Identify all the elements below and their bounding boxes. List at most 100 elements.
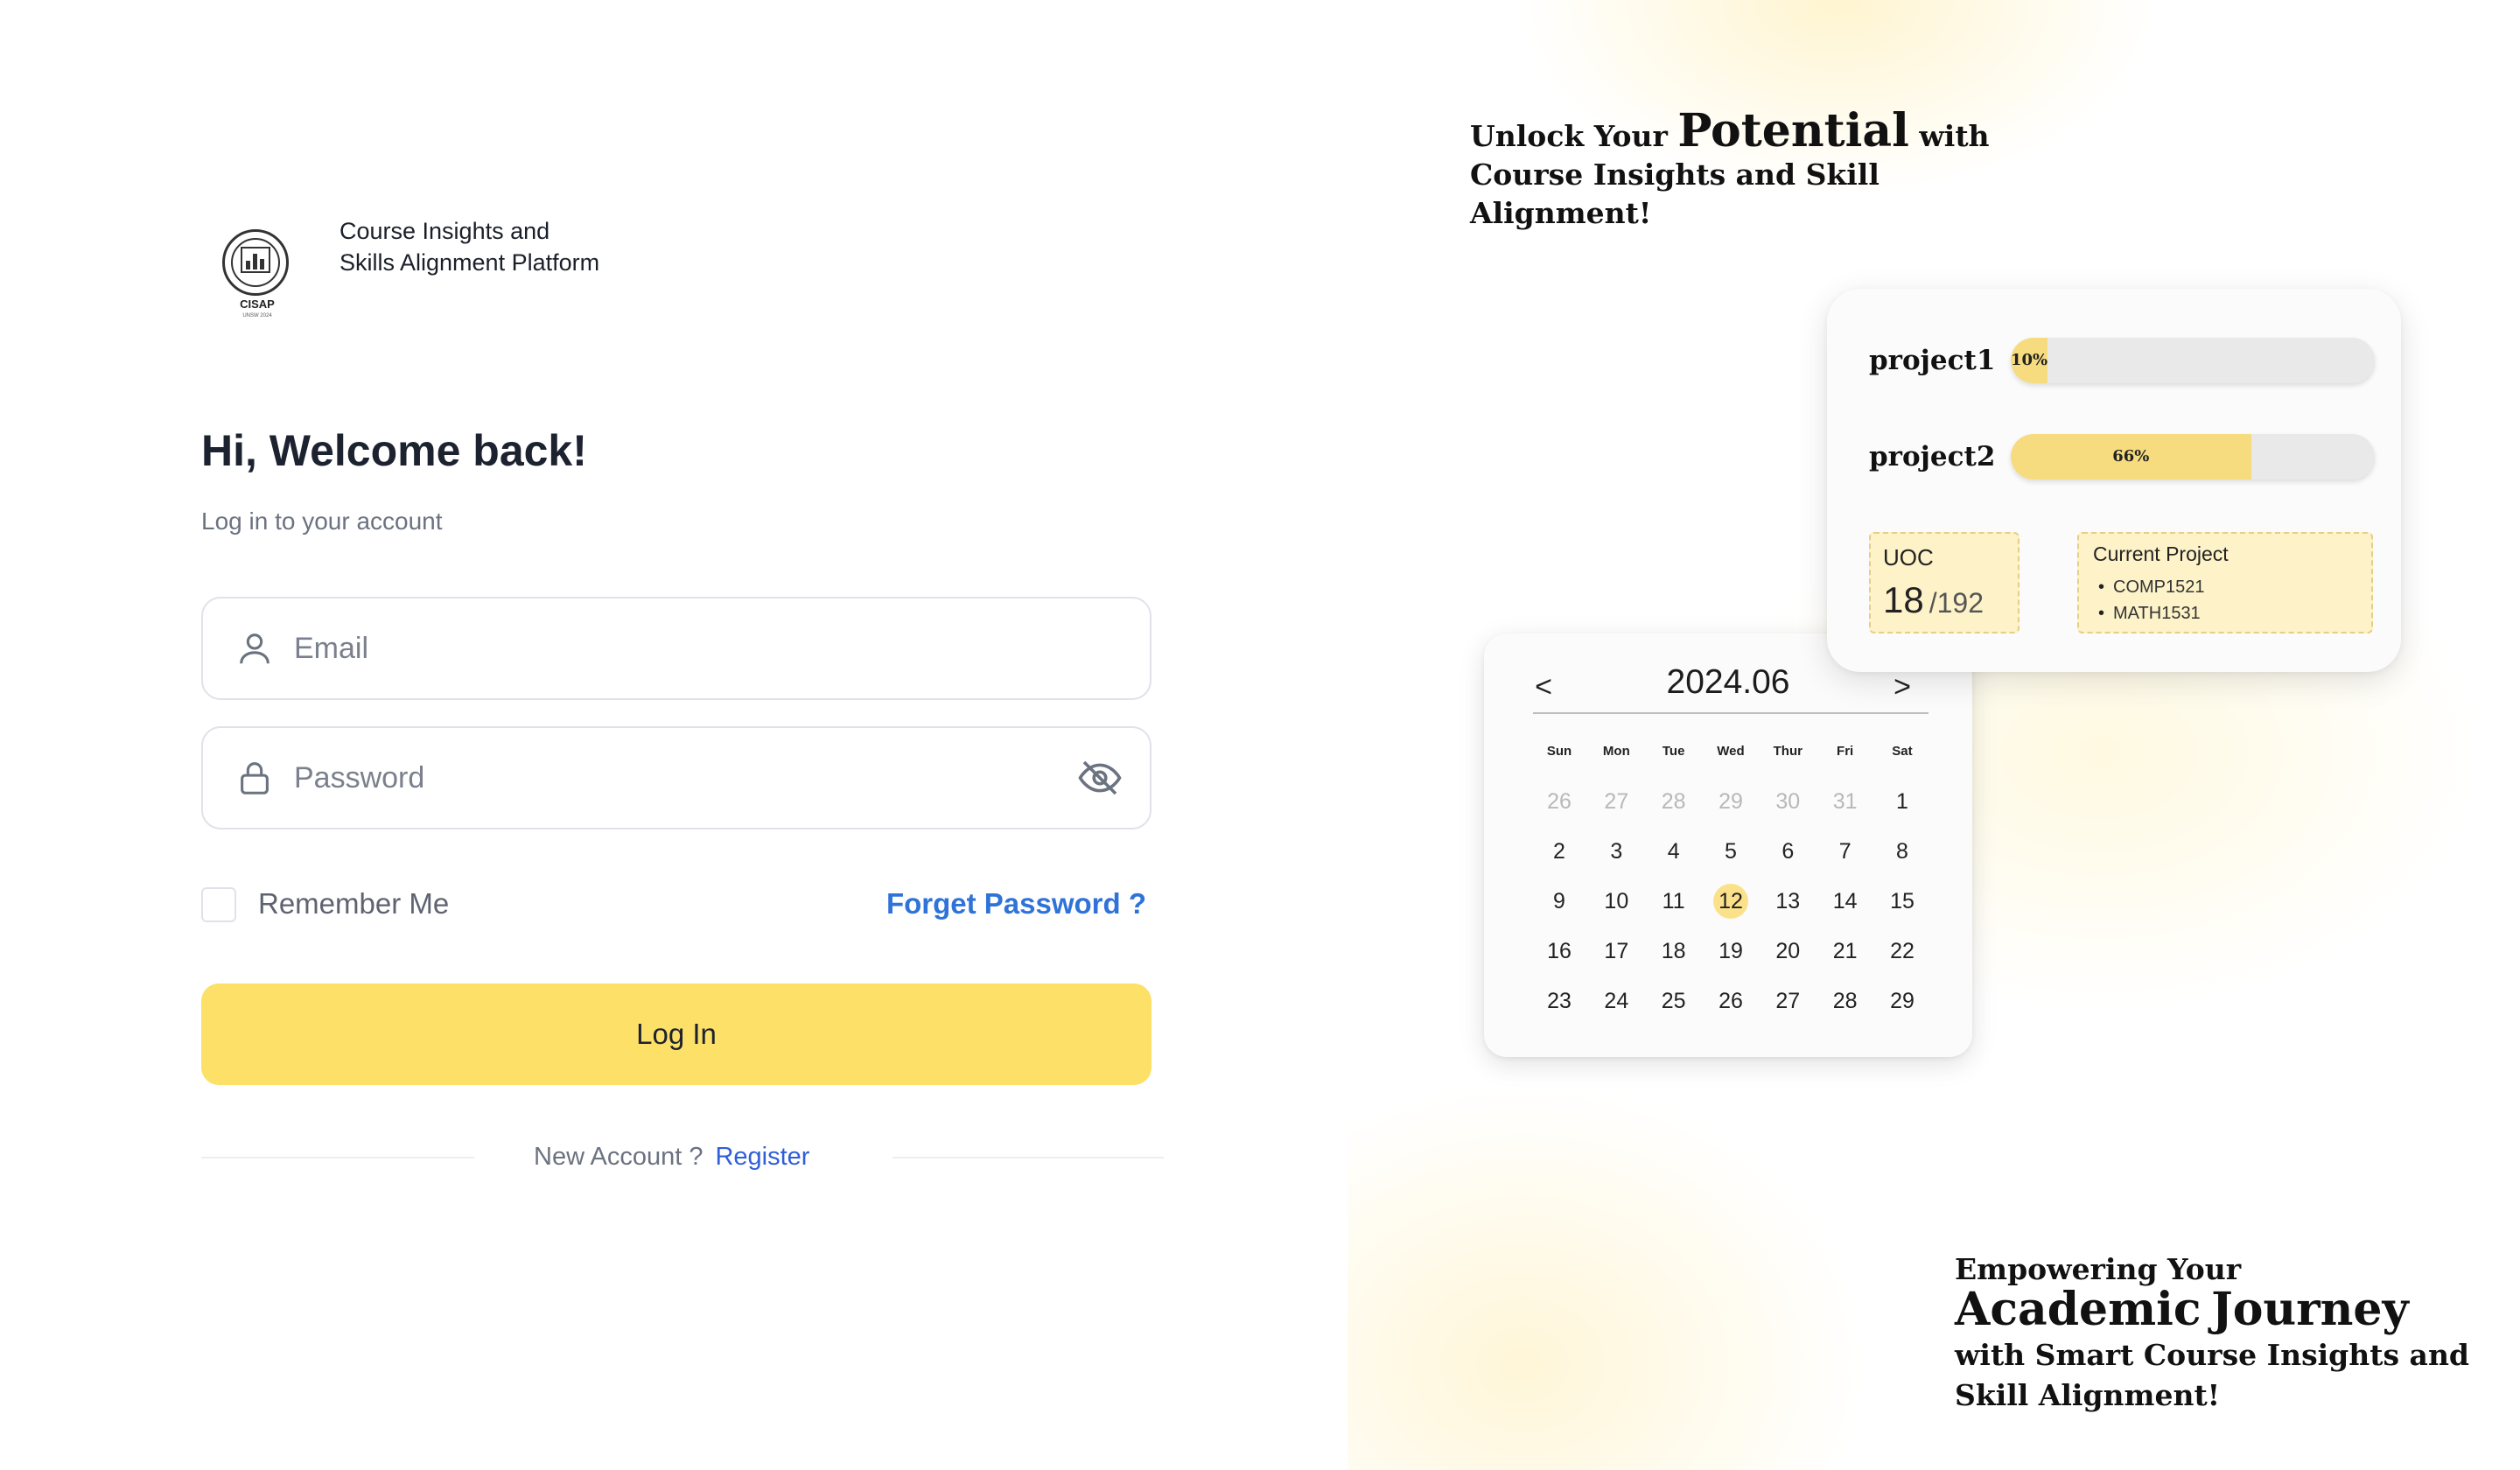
calendar-day[interactable]: 11 <box>1648 884 1700 919</box>
calendar-day[interactable]: 7 <box>1819 834 1872 869</box>
calendar-day[interactable]: 15 <box>1876 884 1928 919</box>
project-row: project1 10% <box>1869 338 2376 385</box>
calendar-day[interactable]: 10 <box>1590 884 1642 919</box>
current-project-item: MATH1531 <box>2098 600 2205 626</box>
projects-card: project1 10% project2 66% UOC 18/192 Cur… <box>1827 289 2401 672</box>
calendar-day[interactable]: 26 <box>1704 984 1757 1018</box>
calendar-day[interactable]: 27 <box>1590 784 1642 819</box>
calendar-day[interactable]: 19 <box>1704 934 1757 969</box>
calendar-weekday-row: Sun Mon Tue Wed Thur Fri Sat <box>1533 744 1928 759</box>
calendar-day[interactable]: 2 <box>1533 834 1586 869</box>
divider-left <box>201 1157 474 1158</box>
calendar-day[interactable]: 24 <box>1590 984 1642 1018</box>
headline-bottom: Empowering Your Academic Journey with Sm… <box>1955 1250 2480 1416</box>
uoc-current: 18 <box>1883 579 1924 620</box>
logo-chart-icon <box>241 247 270 273</box>
calendar-day[interactable]: 14 <box>1819 884 1872 919</box>
weekday-label: Sun <box>1546 744 1572 759</box>
calendar-day[interactable]: 28 <box>1819 984 1872 1018</box>
headline-top-emphasis: Potential <box>1677 104 1909 158</box>
project-name: project1 <box>1869 345 1996 376</box>
weekday-label: Sat <box>1892 744 1913 759</box>
register-prompt: New Account ? Register <box>534 1143 809 1172</box>
platform-name: Course Insights and Skills Alignment Pla… <box>340 218 600 276</box>
uoc-total: /192 <box>1928 587 1984 619</box>
weekday-label: Mon <box>1602 744 1630 759</box>
project-row: project2 66% <box>1869 434 2376 481</box>
calendar-day-today[interactable]: 12 <box>1712 884 1748 919</box>
calendar-day[interactable]: 27 <box>1761 984 1814 1018</box>
calendar-divider <box>1533 712 1928 714</box>
eye-off-icon[interactable] <box>1076 754 1124 802</box>
current-project-list: COMP1521 MATH1531 <box>2098 574 2205 626</box>
logo-text: CISAP <box>240 298 275 311</box>
weekday-label: Wed <box>1717 744 1745 759</box>
logo-subtext: UNSW 2024 <box>242 313 272 318</box>
calendar-day[interactable]: 28 <box>1648 784 1700 819</box>
headline-top-prefix: Unlock Your <box>1470 119 1668 153</box>
current-project-item: COMP1521 <box>2098 574 2205 600</box>
weekday-label: Fri <box>1837 744 1854 759</box>
new-account-text: New Account ? <box>534 1143 704 1171</box>
page-title: Hi, Welcome back! <box>201 426 587 475</box>
calendar-day[interactable]: 5 <box>1704 834 1757 869</box>
calendar-day[interactable]: 17 <box>1590 934 1642 969</box>
calendar-day[interactable]: 29 <box>1876 984 1928 1018</box>
uoc-box: UOC 18/192 <box>1869 532 2020 634</box>
current-project-title: Current Project <box>2093 542 2229 565</box>
uoc-value: 18/192 <box>1883 579 1984 621</box>
calendar-day[interactable]: 25 <box>1648 984 1700 1018</box>
user-icon <box>240 634 270 664</box>
calendar-day[interactable]: 16 <box>1533 934 1586 969</box>
calendar-day[interactable]: 18 <box>1648 934 1700 969</box>
calendar-day[interactable]: 29 <box>1704 784 1757 819</box>
calendar-day[interactable]: 31 <box>1819 784 1872 819</box>
cisap-logo: CISAP UNSW 2024 <box>217 226 298 324</box>
login-button[interactable]: Log In <box>201 984 1152 1085</box>
weekday-label: Thur <box>1773 744 1802 759</box>
project-progress-label: 10% <box>2011 351 2048 369</box>
register-link[interactable]: Register <box>715 1143 809 1171</box>
calendar-day[interactable]: 9 <box>1533 884 1586 919</box>
divider-right <box>892 1157 1164 1158</box>
lock-icon <box>241 762 269 794</box>
headline-bottom-prefix: Empowering Your <box>1955 1252 2242 1286</box>
remember-me-checkbox[interactable] <box>201 887 236 922</box>
current-project-box: Current Project COMP1521 MATH1531 <box>2077 532 2373 634</box>
calendar-day[interactable]: 23 <box>1533 984 1586 1018</box>
page-subtitle: Log in to your account <box>201 508 443 535</box>
calendar-day[interactable]: 30 <box>1761 784 1814 819</box>
remember-me-label: Remember Me <box>258 887 450 920</box>
headline-bottom-emphasis-1: Academic <box>1955 1283 2202 1336</box>
email-field[interactable] <box>201 597 1152 700</box>
project-progress-bar: 66% <box>2011 434 2375 480</box>
calendar-week-row: 9 10 11 12 13 14 15 <box>1533 884 1928 919</box>
headline-bottom-suffix: with Smart Course Insights and Skill Ali… <box>1955 1338 2470 1412</box>
calendar-week-row: 16 17 18 19 20 21 22 <box>1533 934 1928 969</box>
calendar-card: < 2024.06 > Sun Mon Tue Wed Thur Fri Sat… <box>1484 634 1972 1057</box>
calendar-day[interactable]: 26 <box>1533 784 1586 819</box>
calendar-day[interactable]: 6 <box>1761 834 1814 869</box>
email-input[interactable] <box>294 598 1046 698</box>
project-name: project2 <box>1869 441 1996 472</box>
project-progress-bar: 10% <box>2011 338 2375 383</box>
calendar-day[interactable]: 4 <box>1648 834 1700 869</box>
calendar-day[interactable]: 20 <box>1761 934 1814 969</box>
headline-top: Unlock Your Potential with Course Insigh… <box>1470 108 2012 233</box>
headline-bottom-emphasis-2: Journey <box>2211 1283 2409 1336</box>
forget-password-link[interactable]: Forget Password ? <box>886 887 1146 920</box>
weekday-label: Tue <box>1662 744 1685 759</box>
calendar-week-row: 2 3 4 5 6 7 8 <box>1533 834 1928 869</box>
password-field[interactable] <box>201 726 1152 830</box>
calendar-day[interactable]: 1 <box>1876 784 1928 819</box>
password-input[interactable] <box>294 728 1046 828</box>
calendar-day[interactable]: 21 <box>1819 934 1872 969</box>
calendar-day[interactable]: 3 <box>1590 834 1642 869</box>
uoc-label: UOC <box>1883 544 1934 570</box>
calendar-day[interactable]: 8 <box>1876 834 1928 869</box>
calendar-week-row: 23 24 25 26 27 28 29 <box>1533 984 1928 1018</box>
calendar-week-row: 26 27 28 29 30 31 1 <box>1533 784 1928 819</box>
project-progress-label: 66% <box>2112 447 2150 466</box>
calendar-day[interactable]: 22 <box>1876 934 1928 969</box>
calendar-day[interactable]: 13 <box>1761 884 1814 919</box>
